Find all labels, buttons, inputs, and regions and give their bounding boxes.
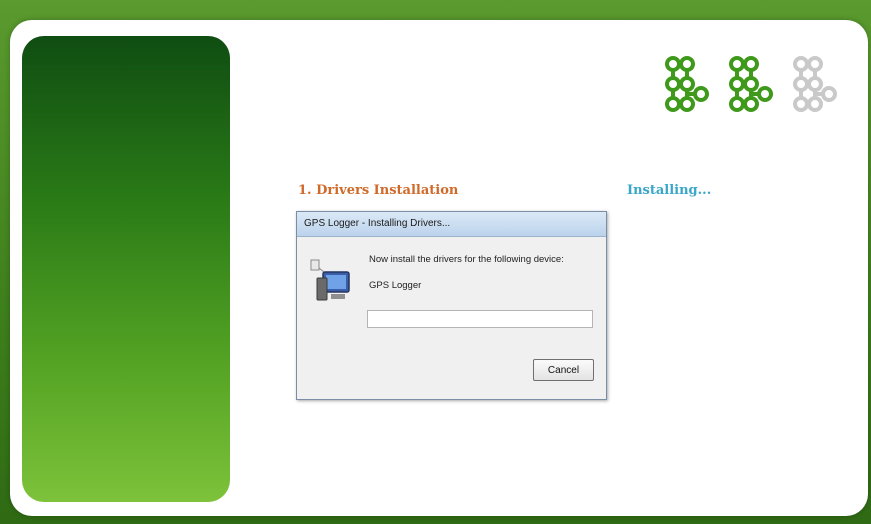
step-1-icon bbox=[665, 56, 709, 112]
install-progress-bar bbox=[367, 310, 593, 328]
step-2-icon bbox=[729, 56, 773, 112]
install-status: Installing... bbox=[627, 183, 712, 198]
dialog-title: GPS Logger - Installing Drivers... bbox=[297, 212, 606, 237]
computer-install-icon bbox=[310, 259, 350, 301]
device-name: GPS Logger bbox=[369, 280, 422, 291]
step-indicator bbox=[665, 56, 837, 112]
step-title: 1. Drivers Installation bbox=[298, 183, 459, 198]
step-3-icon bbox=[793, 56, 837, 112]
cancel-button[interactable]: Cancel bbox=[533, 359, 594, 381]
install-drivers-dialog: GPS Logger - Installing Drivers... Now i… bbox=[296, 211, 607, 400]
dialog-message: Now install the drivers for the followin… bbox=[369, 254, 564, 265]
green-side-panel bbox=[22, 36, 230, 502]
